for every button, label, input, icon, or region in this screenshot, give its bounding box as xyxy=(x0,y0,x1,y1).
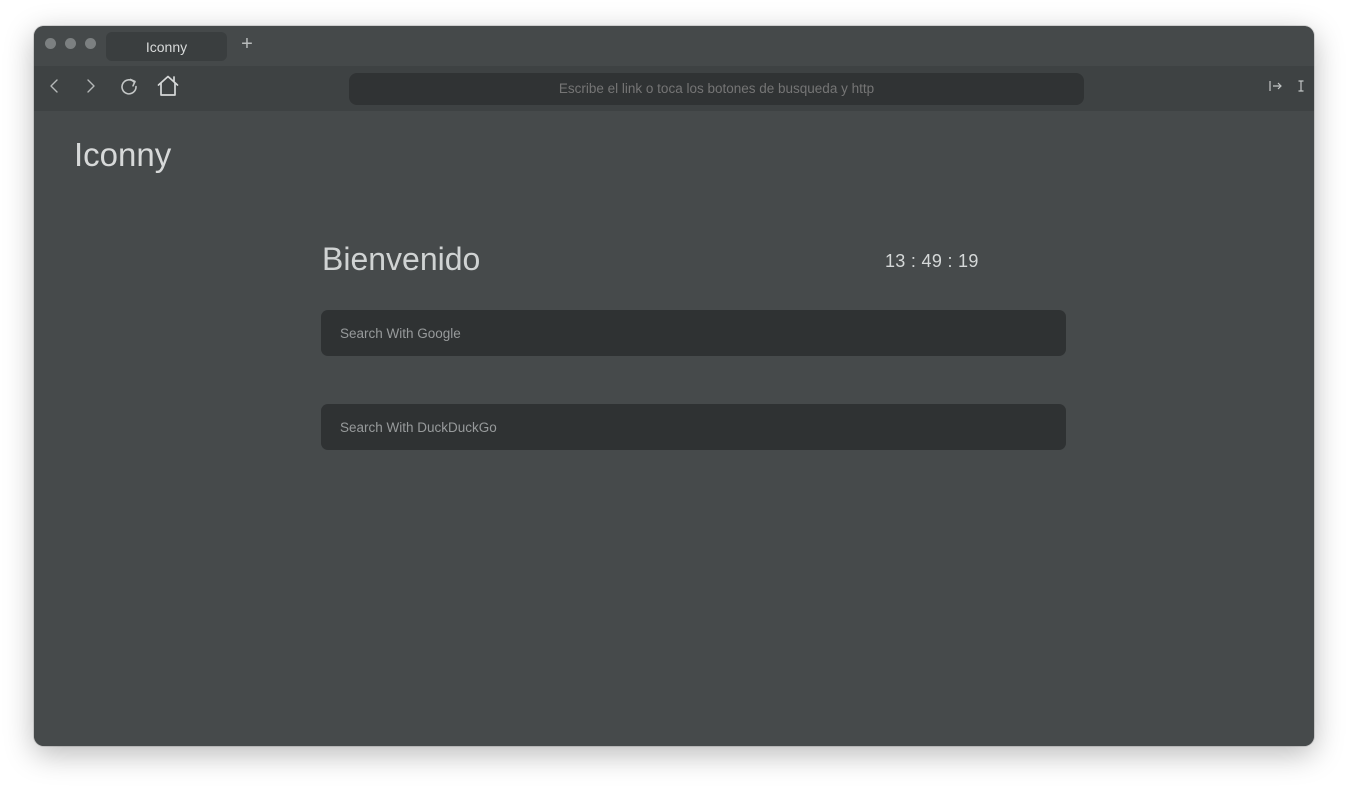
go-button[interactable] xyxy=(1267,75,1285,97)
tab-iconny[interactable]: Iconny xyxy=(106,32,227,61)
chevron-left-icon xyxy=(50,79,58,93)
chevron-right-icon xyxy=(87,79,95,93)
text-cursor-icon xyxy=(1298,80,1304,92)
text-cursor-button[interactable] xyxy=(1295,75,1307,97)
minimize-window-dot[interactable] xyxy=(65,38,76,49)
forward-button[interactable] xyxy=(78,73,104,99)
reload-button[interactable] xyxy=(116,73,142,99)
google-search-input[interactable] xyxy=(321,310,1066,356)
reload-icon xyxy=(121,78,137,95)
brand-title: Iconny xyxy=(74,136,172,173)
clock: 13 : 49 : 19 xyxy=(885,251,979,271)
home-icon xyxy=(157,75,179,96)
url-bar[interactable] xyxy=(349,73,1084,105)
maximize-window-dot[interactable] xyxy=(85,38,96,49)
close-window-dot[interactable] xyxy=(45,38,56,49)
home-button[interactable] xyxy=(154,72,182,100)
arrow-bar-right-icon xyxy=(1269,81,1282,91)
tab-bar: Iconny + xyxy=(34,26,1314,66)
duckduckgo-search-input[interactable] xyxy=(321,404,1066,450)
welcome-heading: Bienvenido xyxy=(322,241,481,277)
toolbar xyxy=(34,66,1314,111)
browser-window: Iconny + Escribe el link o toca los boto… xyxy=(34,26,1314,746)
new-tab-button[interactable]: + xyxy=(236,32,258,56)
page-content: Iconny Bienvenido 13 : 49 : 19 xyxy=(34,111,1314,746)
back-button[interactable] xyxy=(41,73,67,99)
